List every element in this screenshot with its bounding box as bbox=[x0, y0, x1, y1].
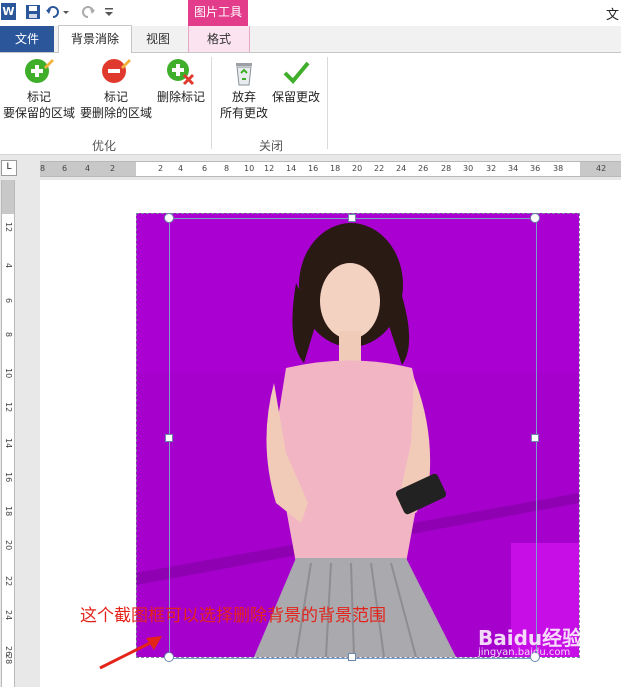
vertical-ruler-tick: 18 bbox=[4, 506, 13, 517]
horizontal-ruler-tick: 38 bbox=[553, 164, 564, 173]
tab-view[interactable]: 视图 bbox=[136, 26, 180, 52]
undo-icon[interactable] bbox=[45, 4, 61, 20]
vertical-ruler-tick: 22 bbox=[4, 576, 13, 587]
recycle-bin-icon bbox=[236, 63, 252, 86]
window-title: 文 bbox=[606, 8, 620, 23]
horizontal-ruler-tick: 2 bbox=[110, 164, 116, 173]
title-bar: W 图片工具 文 bbox=[0, 0, 621, 26]
horizontal-ruler-tick: 34 bbox=[508, 164, 519, 173]
horizontal-ruler-tick: 2 bbox=[158, 164, 164, 173]
horizontal-ruler-tick: 8 bbox=[224, 164, 230, 173]
vertical-ruler-tick: 12 bbox=[4, 402, 13, 413]
horizontal-ruler-tick: 42 bbox=[596, 164, 607, 173]
horizontal-ruler-tick: 30 bbox=[463, 164, 474, 173]
horizontal-ruler-tick: 14 bbox=[286, 164, 297, 173]
mark-keep-line2: 要保留的区域 bbox=[2, 106, 75, 120]
vertical-ruler-tick: 28 bbox=[4, 654, 13, 665]
ruler-margin-top bbox=[2, 180, 14, 214]
horizontal-ruler-tick: 24 bbox=[396, 164, 407, 173]
horizontal-ruler-tick: 36 bbox=[530, 164, 541, 173]
tab-selector-button[interactable]: L bbox=[1, 160, 17, 176]
group-separator bbox=[211, 57, 212, 149]
horizontal-ruler-tick: 20 bbox=[352, 164, 363, 173]
marquee-handle-left[interactable] bbox=[165, 434, 173, 442]
marquee-handle-top-left[interactable] bbox=[164, 213, 174, 223]
horizontal-ruler-tick: 4 bbox=[85, 164, 91, 173]
checkmark-icon bbox=[283, 61, 310, 84]
horizontal-ruler-tick: 8 bbox=[40, 164, 46, 173]
horizontal-ruler-tick: 26 bbox=[418, 164, 429, 173]
minus-pencil-icon bbox=[102, 59, 131, 83]
mark-remove-line2: 要删除的区域 bbox=[79, 106, 152, 120]
vertical-ruler-tick: 14 bbox=[4, 438, 13, 449]
background-removal-marquee[interactable] bbox=[169, 218, 537, 659]
tab-background-removal[interactable]: 背景消除 bbox=[58, 25, 132, 54]
baidu-watermark-url: jingyan.baidu.com bbox=[478, 647, 571, 658]
group-separator bbox=[327, 57, 328, 149]
keep-changes-button[interactable]: 保留更改 bbox=[270, 57, 322, 105]
vertical-ruler[interactable]: 1 2 4 6 8 10 12 14 16 18 20 22 24 26 28 bbox=[1, 180, 15, 687]
mark-keep-line1: 标记 bbox=[26, 90, 51, 104]
tab-format[interactable]: 格式 bbox=[188, 26, 250, 52]
vertical-ruler-tick: 10 bbox=[4, 368, 13, 379]
marquee-handle-top-right[interactable] bbox=[530, 213, 540, 223]
horizontal-ruler-tick: 10 bbox=[244, 164, 255, 173]
horizontal-ruler-tick: 32 bbox=[486, 164, 497, 173]
redo-icon[interactable] bbox=[80, 4, 96, 20]
marquee-handle-bottom[interactable] bbox=[348, 653, 356, 661]
annotation-text: 这个截图框可以选择删除背景的背景范围 bbox=[80, 606, 386, 626]
mark-remove-line1: 标记 bbox=[103, 90, 128, 104]
group-label-close: 关闭 bbox=[258, 139, 283, 153]
annotation-arrow-icon bbox=[99, 636, 162, 670]
discard-changes-button[interactable]: 放弃 所有更改 bbox=[218, 57, 270, 121]
save-icon[interactable] bbox=[25, 4, 41, 20]
picture-tools-context-label: 图片工具 bbox=[188, 0, 248, 26]
undo-dropdown-icon[interactable] bbox=[62, 4, 70, 20]
horizontal-ruler-tick: 28 bbox=[441, 164, 452, 173]
tab-file[interactable]: 文件 bbox=[0, 26, 54, 52]
horizontal-ruler[interactable]: 8 6 4 2 2 4 6 8 10 12 14 16 18 20 22 24 26 28 30 32 34 36 38 42 bbox=[40, 161, 621, 177]
mark-keep-button[interactable]: 标记 要保留的区域 bbox=[2, 57, 76, 121]
word-app-icon[interactable]: W bbox=[1, 3, 16, 20]
horizontal-ruler-tick: 4 bbox=[178, 164, 184, 173]
delete-mark-label: 删除标记 bbox=[156, 90, 205, 104]
discard-line2: 所有更改 bbox=[219, 106, 268, 120]
plus-pencil-icon bbox=[25, 59, 54, 83]
marquee-handle-top[interactable] bbox=[348, 214, 356, 222]
vertical-ruler-tick: 2 bbox=[4, 227, 13, 233]
horizontal-ruler-tick: 12 bbox=[264, 164, 275, 173]
horizontal-ruler-tick: 18 bbox=[330, 164, 341, 173]
vertical-ruler-tick: 24 bbox=[4, 610, 13, 621]
marquee-handle-right[interactable] bbox=[531, 434, 539, 442]
vertical-ruler-tick: 20 bbox=[4, 540, 13, 551]
horizontal-ruler-tick: 6 bbox=[62, 164, 68, 173]
horizontal-ruler-tick: 16 bbox=[308, 164, 319, 173]
vertical-ruler-tick: 16 bbox=[4, 472, 13, 483]
customize-qat-icon[interactable] bbox=[104, 4, 114, 20]
delete-mark-button[interactable]: 删除标记 bbox=[155, 57, 207, 105]
keep-changes-label: 保留更改 bbox=[271, 90, 320, 104]
group-label-optimize: 优化 bbox=[91, 139, 116, 153]
discard-line1: 放弃 bbox=[231, 90, 256, 104]
mark-remove-button[interactable]: 标记 要删除的区域 bbox=[79, 57, 153, 121]
horizontal-ruler-tick: 22 bbox=[374, 164, 385, 173]
horizontal-ruler-tick: 6 bbox=[202, 164, 208, 173]
vertical-ruler-tick: 8 bbox=[4, 332, 13, 338]
delete-mark-icon bbox=[167, 59, 195, 86]
vertical-ruler-tick: 6 bbox=[4, 298, 13, 304]
ribbon-tab-row: 文件 背景消除 视图 格式 bbox=[0, 25, 621, 54]
ribbon: 标记 要保留的区域 标记 要删除的区域 删除标记 放弃 所有更改 保留更改 优化… bbox=[0, 53, 621, 155]
vertical-ruler-tick: 4 bbox=[4, 263, 13, 269]
